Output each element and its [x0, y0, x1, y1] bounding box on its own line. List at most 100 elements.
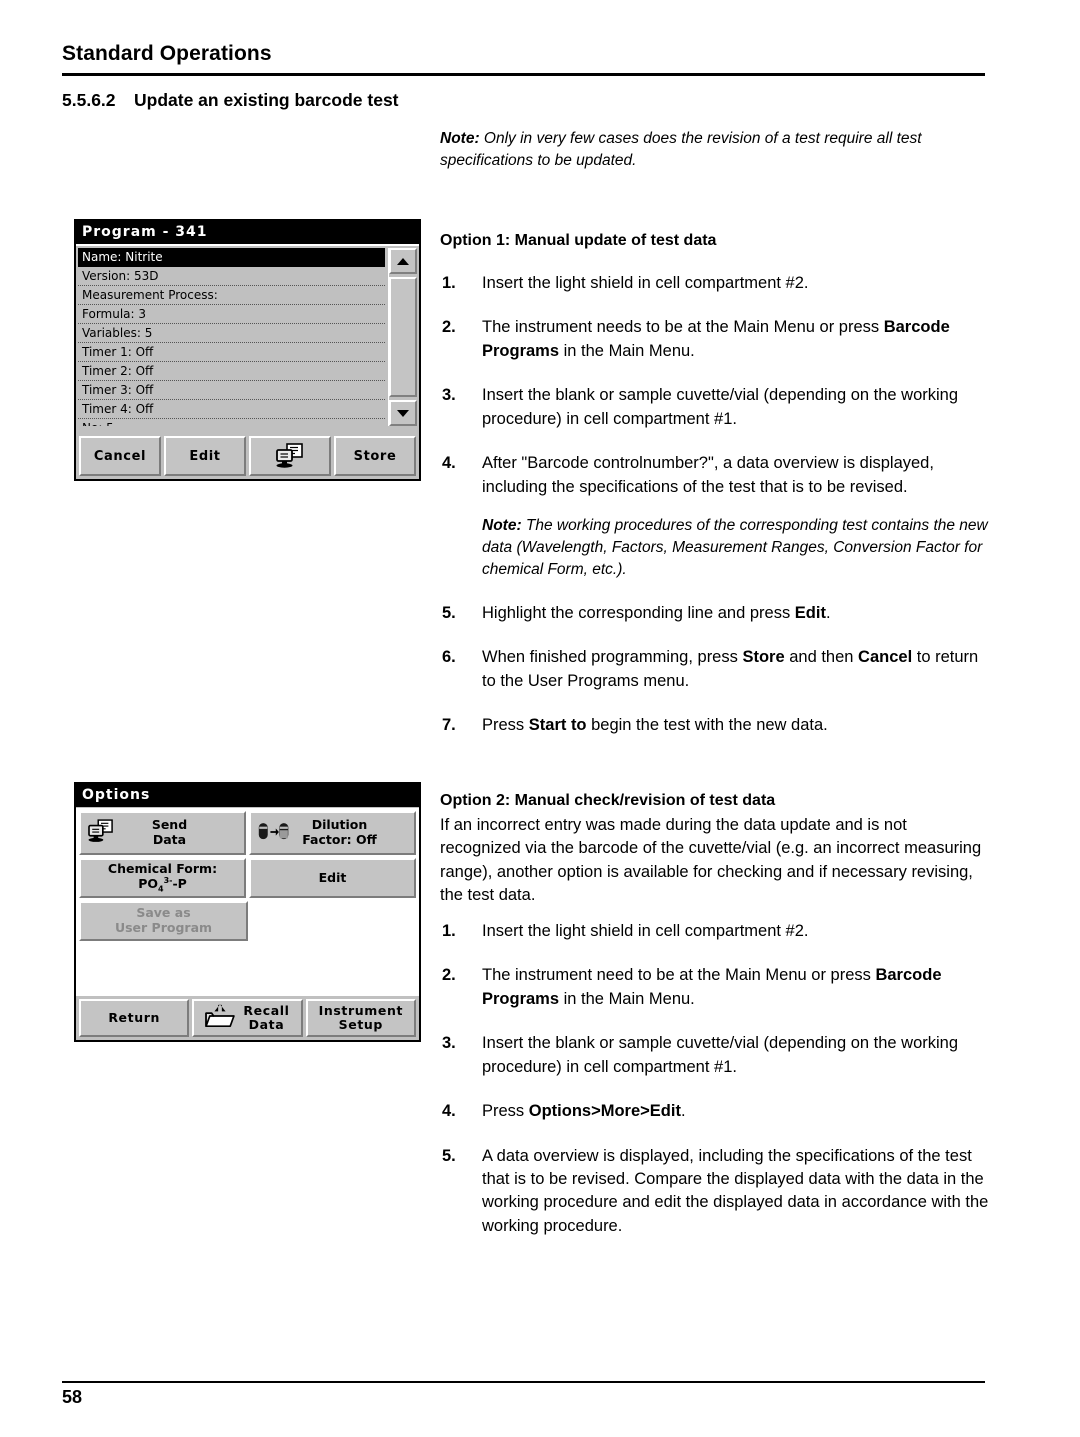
scroll-down-button[interactable] [389, 400, 417, 426]
program-list-area: Name: Nitrite Version: 53D Measurement Pro… [76, 244, 419, 426]
note-text: Only in very few cases does the revision… [440, 130, 922, 169]
instrument-setup-line2: Setup [338, 1017, 383, 1032]
step-item: 2. The instrument need to be at the Main … [440, 964, 990, 1011]
save-as-line2: User Program [114, 920, 213, 935]
options-row-3: Save as User Program [76, 901, 419, 941]
instrument-setup-label: Instrument Setup [318, 1002, 404, 1033]
options-body: Send Data Dilution Factor: Off Chemical … [76, 807, 419, 1021]
option1-heading: Option 1: Manual update of test data [440, 232, 717, 249]
dilution-line2: Factor: Off [302, 832, 377, 847]
step-number: 1. [442, 274, 456, 292]
scroll-up-button[interactable] [389, 248, 417, 274]
step-text: After "Barcode controlnumber?", a data o… [482, 454, 988, 578]
step-item: 3. Insert the blank or sample cuvette/via… [440, 1032, 990, 1079]
program-list-row[interactable]: Formula: 3 [78, 305, 385, 324]
dilution-factor-tile-label: Dilution Factor: Off [288, 817, 377, 848]
program-list-row[interactable]: Timer 2: Off [78, 362, 385, 381]
send-data-line2: Data [152, 832, 187, 847]
options-row-1: Send Data Dilution Factor: Off [76, 811, 419, 855]
program-titlebar: Program - 341 [76, 221, 419, 244]
option1-step-list: 1. Insert the light shield in cell compar… [440, 272, 990, 759]
chemical-form-tile[interactable]: Chemical Form: PO43--P [79, 858, 246, 898]
step-text: Press Start to begin the test with the n… [482, 716, 828, 735]
store-button[interactable]: Store [334, 436, 416, 476]
triangle-down-icon [397, 409, 409, 417]
instrument-setup-button[interactable]: Instrument Setup [305, 999, 416, 1037]
step-text: When finished programming, press Store a… [482, 648, 979, 690]
program-list-row[interactable]: Timer 4: Off [78, 400, 385, 419]
return-button[interactable]: Return [79, 999, 190, 1037]
note-label: Note: [440, 130, 480, 147]
screenshot-program-341: Program - 341 Name: Nitrite Version: 53D M… [74, 219, 421, 481]
empty-tile [251, 901, 416, 941]
recall-data-button[interactable]: Recall Data [192, 999, 303, 1037]
step-text: Press Options>More>Edit. [482, 1102, 686, 1121]
formula-subscript: 4 [157, 884, 164, 894]
options-button-bar: Return Recall Data Instrument Setup [76, 996, 419, 1040]
program-parameter-list[interactable]: Name: Nitrite Version: 53D Measurement Pro… [78, 248, 385, 426]
top-note: Note: Only in very few cases does the re… [440, 128, 990, 172]
dilution-vials-icon [257, 819, 291, 847]
dilution-line1: Dilution [311, 817, 368, 833]
chemical-form-line1: Chemical Form: [107, 860, 218, 876]
step-text: A data overview is displayed, including … [482, 1146, 989, 1235]
send-to-pc-icon [276, 443, 303, 468]
step-text: Highlight the corresponding line and pre… [482, 603, 831, 622]
option2-heading: Option 2: Manual check/revision of test … [440, 792, 776, 809]
program-list-row[interactable]: Measurement Process: [78, 286, 385, 305]
step-text: The instrument needs to be at the Main M… [482, 318, 950, 360]
screenshot-options-menu: Options Send Data Dilution Factor: Off C… [74, 782, 421, 1042]
program-list-row[interactable]: Timer 3: Off [78, 381, 385, 400]
step-number: 4. [442, 454, 456, 473]
page-number: 58 [62, 1387, 83, 1407]
chemical-form-tile-label: Chemical Form: PO43--P [107, 860, 218, 895]
edit-tile[interactable]: Edit [249, 858, 416, 898]
header-divider [62, 73, 985, 76]
save-as-user-program-label: Save as User Program [114, 905, 213, 936]
program-list-row[interactable]: Name: Nitrite [78, 248, 385, 267]
step-item: 4. Press Options>More>Edit. [440, 1100, 990, 1123]
program-scrollbar[interactable] [388, 248, 417, 426]
step-text: The instrument need to be at the Main Me… [482, 966, 942, 1008]
recall-line2: Data [248, 1017, 285, 1032]
step-item: 3. Insert the blank or sample cuvette/via… [440, 384, 990, 431]
step-number: 6. [442, 648, 456, 667]
section-heading-text: Update an existing barcode test [134, 90, 399, 110]
option2-intro: If an incorrect entry was made during th… [440, 816, 982, 905]
step-number: 2. [442, 966, 456, 985]
send-data-tile[interactable]: Send Data [79, 811, 246, 855]
step-number: 3. [442, 1034, 456, 1053]
scrollbar-thumb[interactable] [389, 277, 417, 397]
step-number: 5. [442, 1146, 456, 1165]
program-list-row[interactable]: No: 5 [78, 419, 385, 426]
program-list-row[interactable]: Variables: 5 [78, 324, 385, 343]
section-heading: 5.5.6.2 Update an existing barcode test [62, 90, 985, 111]
section-number: 5.5.6.2 [62, 90, 116, 110]
send-data-button[interactable] [249, 436, 331, 476]
recall-data-label: Recall Data [243, 1002, 290, 1033]
edit-button[interactable]: Edit [164, 436, 246, 476]
chemical-form-formula: PO43--P [138, 876, 187, 894]
page-header: Standard Operations [62, 42, 985, 76]
step-item: 6. When finished programming, press Store… [440, 646, 990, 693]
program-list-row[interactable]: Version: 53D [78, 267, 385, 286]
footer-divider [62, 1381, 985, 1383]
recall-folder-icon [205, 1003, 236, 1032]
dilution-factor-tile[interactable]: Dilution Factor: Off [249, 811, 416, 855]
step-text: Insert the light shield in cell compartm… [482, 274, 809, 292]
step-number: 4. [442, 1102, 456, 1121]
send-to-pc-icon [87, 819, 115, 847]
program-list-row[interactable]: Timer 1: Off [78, 343, 385, 362]
step-number: 5. [442, 603, 456, 622]
save-as-user-program-tile: Save as User Program [79, 901, 248, 941]
recall-line1: Recall [243, 1002, 290, 1018]
step-text: Insert the blank or sample cuvette/vial … [482, 386, 959, 428]
step-item: 5. Highlight the corresponding line and p… [440, 602, 990, 625]
cancel-button[interactable]: Cancel [79, 436, 161, 476]
send-data-tile-label: Send Data [138, 817, 187, 848]
save-as-line1: Save as [136, 905, 191, 921]
step-item: 5. A data overview is displayed, includin… [440, 1145, 990, 1239]
triangle-up-icon [397, 257, 409, 265]
step-item: 1. Insert the light shield in cell compar… [440, 272, 990, 295]
instrument-setup-line1: Instrument [318, 1002, 404, 1018]
